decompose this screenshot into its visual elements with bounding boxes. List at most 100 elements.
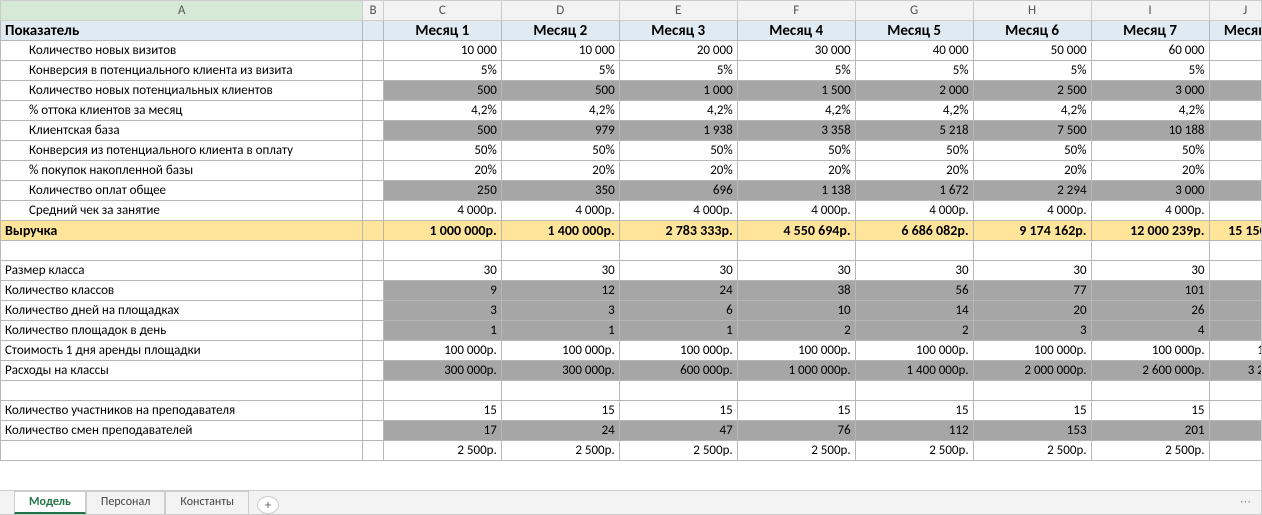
cell[interactable]: [1209, 301, 1261, 321]
cell[interactable]: 2: [855, 321, 973, 341]
cell[interactable]: [1209, 121, 1261, 141]
cell[interactable]: [1091, 381, 1209, 401]
cell[interactable]: 30 000: [737, 41, 855, 61]
cell[interactable]: 30: [855, 261, 973, 281]
month-header-2[interactable]: Месяц 2: [501, 21, 619, 41]
cell[interactable]: 2 500р.: [383, 441, 501, 461]
cell[interactable]: 3 200: [1209, 361, 1261, 381]
cell[interactable]: 1 672: [855, 181, 973, 201]
grid-area[interactable]: ABCDEFGHIJПоказательМесяц 1Месяц 2Месяц …: [0, 0, 1261, 490]
cell[interactable]: 5%: [1091, 61, 1209, 81]
cell[interactable]: 4,2%: [855, 101, 973, 121]
cell[interactable]: 201: [1091, 421, 1209, 441]
row-label[interactable]: Расходы на классы: [1, 361, 363, 381]
column-header-J[interactable]: J: [1209, 1, 1261, 21]
column-header-H[interactable]: H: [973, 1, 1091, 21]
cell[interactable]: 300 000р.: [383, 361, 501, 381]
cell[interactable]: 4 000р.: [501, 201, 619, 221]
row-label[interactable]: Размер класса: [1, 261, 363, 281]
cell[interactable]: 1: [619, 321, 737, 341]
cell[interactable]: 600 000р.: [619, 361, 737, 381]
add-sheet-button[interactable]: +: [257, 496, 279, 514]
cell[interactable]: [619, 241, 737, 261]
cell[interactable]: 4 000р.: [973, 201, 1091, 221]
cell[interactable]: 50%: [619, 141, 737, 161]
sheet-tab-Константы[interactable]: Константы: [165, 491, 249, 514]
row-label[interactable]: Количество смен преподавателей: [1, 421, 363, 441]
month-header-4[interactable]: Месяц 4: [737, 21, 855, 41]
cell[interactable]: 10: [737, 301, 855, 321]
sheet-tab-Модель[interactable]: Модель: [14, 491, 86, 514]
cell[interactable]: [1209, 321, 1261, 341]
cell[interactable]: 500: [501, 81, 619, 101]
row-label[interactable]: % покупок накопленной базы: [1, 161, 363, 181]
cell[interactable]: 10 000: [501, 41, 619, 61]
cell[interactable]: [737, 241, 855, 261]
cell[interactable]: [1209, 181, 1261, 201]
cell[interactable]: 20%: [737, 161, 855, 181]
cell[interactable]: 5%: [501, 61, 619, 81]
cell[interactable]: [1091, 241, 1209, 261]
cell[interactable]: 4,2%: [619, 101, 737, 121]
cell[interactable]: 5%: [855, 61, 973, 81]
cell[interactable]: [1209, 101, 1261, 121]
row-label[interactable]: Средний чек за занятие: [1, 201, 363, 221]
month-header-6[interactable]: Месяц 6: [973, 21, 1091, 41]
cell[interactable]: 5%: [973, 61, 1091, 81]
cell[interactable]: 7 500: [973, 121, 1091, 141]
cell[interactable]: 2 600 000р.: [1091, 361, 1209, 381]
cell[interactable]: 2 500р.: [1091, 441, 1209, 461]
cell[interactable]: 2 500р.: [855, 441, 973, 461]
cell[interactable]: 77: [973, 281, 1091, 301]
row-label[interactable]: Количество площадок в день: [1, 321, 363, 341]
cell[interactable]: 696: [619, 181, 737, 201]
cell[interactable]: 6: [619, 301, 737, 321]
row-label[interactable]: Количество классов: [1, 281, 363, 301]
cell[interactable]: 100 000р.: [737, 341, 855, 361]
cell[interactable]: [855, 241, 973, 261]
cell[interactable]: 50%: [737, 141, 855, 161]
cell[interactable]: 1 000: [619, 81, 737, 101]
cell[interactable]: 250: [383, 181, 501, 201]
cell[interactable]: 2 500р.: [501, 441, 619, 461]
cell[interactable]: 112: [855, 421, 973, 441]
cell[interactable]: 2 294: [973, 181, 1091, 201]
cell[interactable]: 38: [737, 281, 855, 301]
cell[interactable]: [1209, 401, 1261, 421]
month-header-5[interactable]: Месяц 5: [855, 21, 973, 41]
cell[interactable]: 24: [501, 421, 619, 441]
cell[interactable]: 3: [383, 301, 501, 321]
cell[interactable]: 12 000 239р.: [1091, 221, 1209, 241]
cell[interactable]: 4,2%: [973, 101, 1091, 121]
cell[interactable]: [973, 381, 1091, 401]
cell[interactable]: [1209, 161, 1261, 181]
cell[interactable]: 15: [973, 401, 1091, 421]
cell[interactable]: 50%: [501, 141, 619, 161]
cell[interactable]: 30: [973, 261, 1091, 281]
cell[interactable]: [1209, 41, 1261, 61]
cell[interactable]: 3: [501, 301, 619, 321]
cell[interactable]: 300 000р.: [501, 361, 619, 381]
column-header-F[interactable]: F: [737, 1, 855, 21]
cell[interactable]: 350: [501, 181, 619, 201]
cell[interactable]: 47: [619, 421, 737, 441]
row-label[interactable]: Количество новых визитов: [1, 41, 363, 61]
cell[interactable]: [1209, 241, 1261, 261]
tabs-menu-icon[interactable]: ⋯: [1240, 495, 1253, 508]
cell[interactable]: 4 550 694р.: [737, 221, 855, 241]
header-label[interactable]: Показатель: [1, 21, 363, 41]
cell[interactable]: 3 358: [737, 121, 855, 141]
cell[interactable]: 1 400 000р.: [501, 221, 619, 241]
month-header-1[interactable]: Месяц 1: [383, 21, 501, 41]
cell[interactable]: 5%: [737, 61, 855, 81]
cell[interactable]: 4,2%: [383, 101, 501, 121]
cell[interactable]: 2 500р.: [619, 441, 737, 461]
cell[interactable]: 1 000 000р.: [737, 361, 855, 381]
row-label[interactable]: Количество новых потенциальных клиентов: [1, 81, 363, 101]
cell[interactable]: 2 000 000р.: [973, 361, 1091, 381]
cell[interactable]: [383, 381, 501, 401]
cell[interactable]: 2 500р.: [973, 441, 1091, 461]
column-header-C[interactable]: C: [383, 1, 501, 21]
cell[interactable]: 50 000: [973, 41, 1091, 61]
cell[interactable]: 9: [383, 281, 501, 301]
